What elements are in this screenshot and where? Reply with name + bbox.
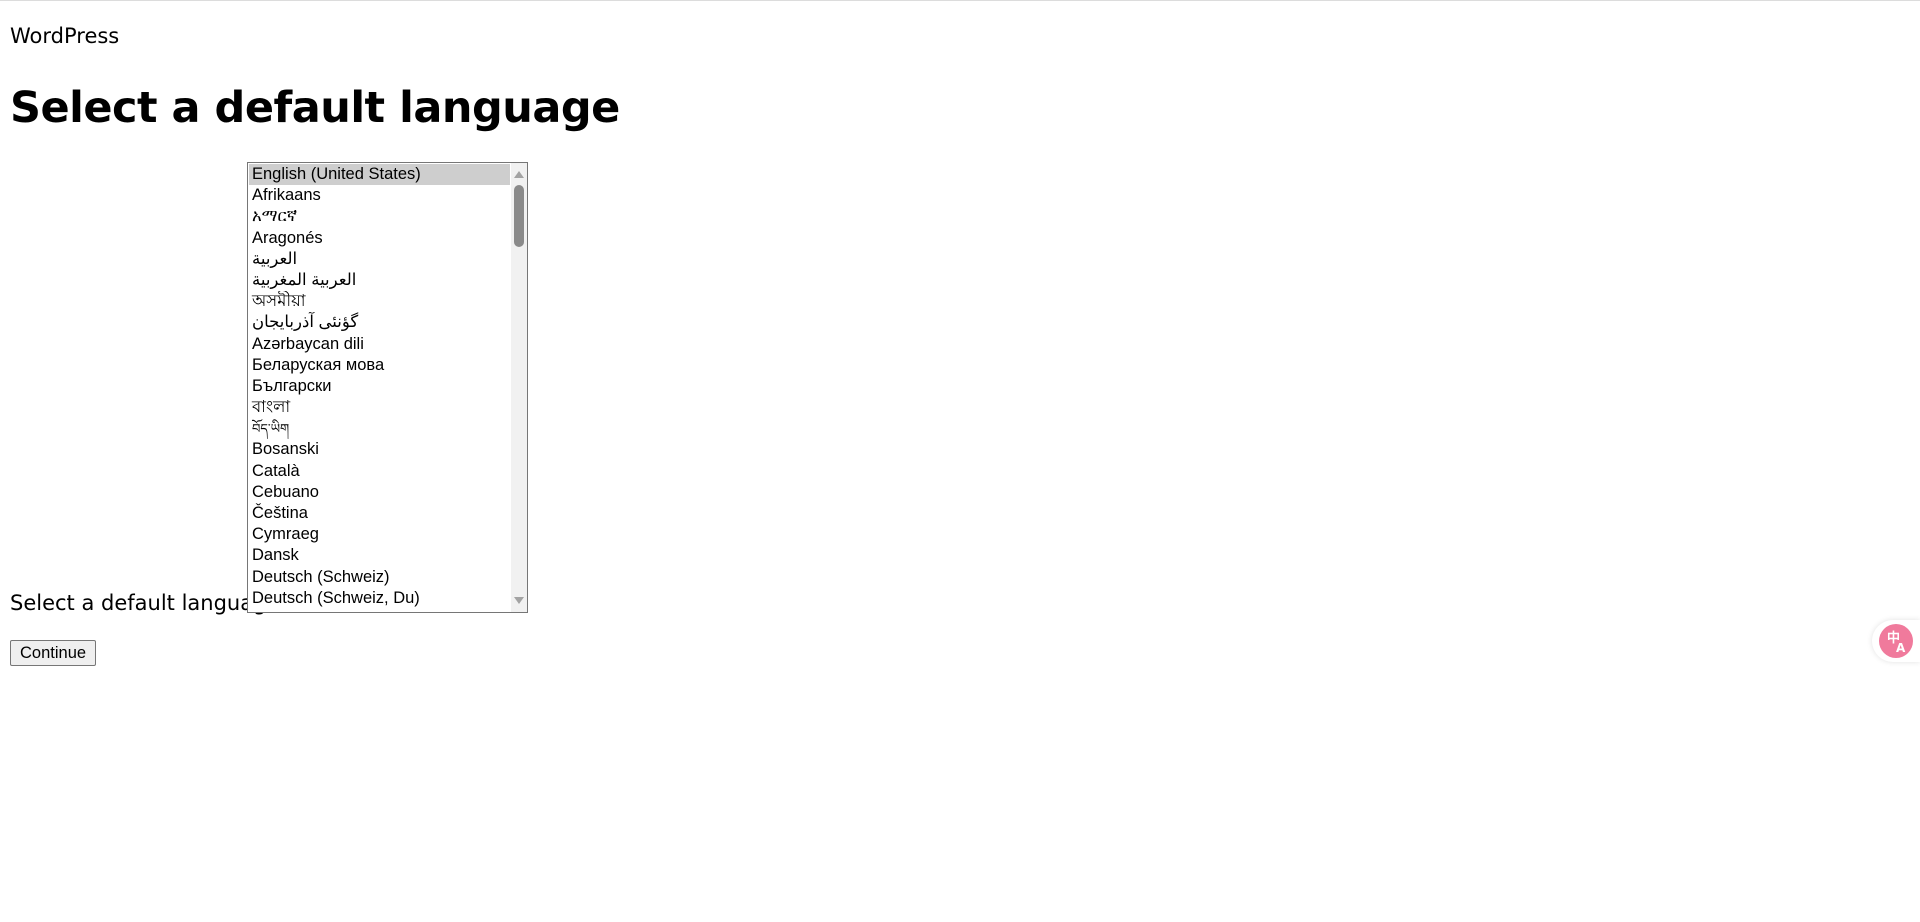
listbox-scrollbar[interactable] [511, 163, 527, 612]
language-option[interactable]: Dansk [249, 545, 510, 566]
language-option[interactable]: Afrikaans [249, 185, 510, 206]
translate-widget[interactable]: 中 A [1872, 620, 1920, 662]
language-option[interactable]: Bosanski [249, 439, 510, 460]
scroll-down-arrow-icon[interactable] [514, 597, 524, 604]
svg-text:A: A [1896, 641, 1906, 655]
language-option[interactable]: Cebuano [249, 482, 510, 503]
language-option[interactable]: Čeština [249, 503, 510, 524]
language-options: English (United States) Afrikaans አማርኛ A… [249, 164, 510, 609]
language-option[interactable]: Azərbaycan dili [249, 334, 510, 355]
language-option[interactable]: Català [249, 461, 510, 482]
language-option[interactable]: አማርኛ [249, 206, 510, 227]
language-option[interactable]: Aragonés [249, 228, 510, 249]
language-option[interactable]: العربية [249, 249, 510, 270]
translate-icon[interactable]: 中 A [1878, 623, 1914, 659]
language-option[interactable]: Deutsch (Schweiz) [249, 567, 510, 588]
page-title: Select a default language [10, 83, 620, 133]
language-option[interactable]: گؤنئی آذربایجان [249, 312, 510, 333]
language-option[interactable]: Български [249, 376, 510, 397]
continue-button[interactable]: Continue [10, 640, 97, 666]
language-option[interactable]: Cymraeg [249, 524, 510, 545]
language-option[interactable]: অসমীয়া [249, 291, 510, 312]
scrollbar-thumb[interactable] [514, 185, 524, 247]
top-divider [0, 0, 1920, 1]
language-option[interactable]: བོད་ཡིག [249, 418, 510, 439]
language-option[interactable]: Беларуская мова [249, 355, 510, 376]
language-option[interactable]: বাংলা [249, 397, 510, 418]
language-select-label: Select a default language [10, 591, 280, 615]
language-option[interactable]: العربية المغربية [249, 270, 510, 291]
language-option[interactable]: English (United States) [249, 164, 510, 186]
site-name: WordPress [10, 24, 120, 48]
scroll-up-arrow-icon[interactable] [514, 171, 524, 178]
language-listbox[interactable]: English (United States) Afrikaans አማርኛ A… [247, 162, 528, 613]
language-option[interactable]: Deutsch (Schweiz, Du) [249, 588, 510, 609]
